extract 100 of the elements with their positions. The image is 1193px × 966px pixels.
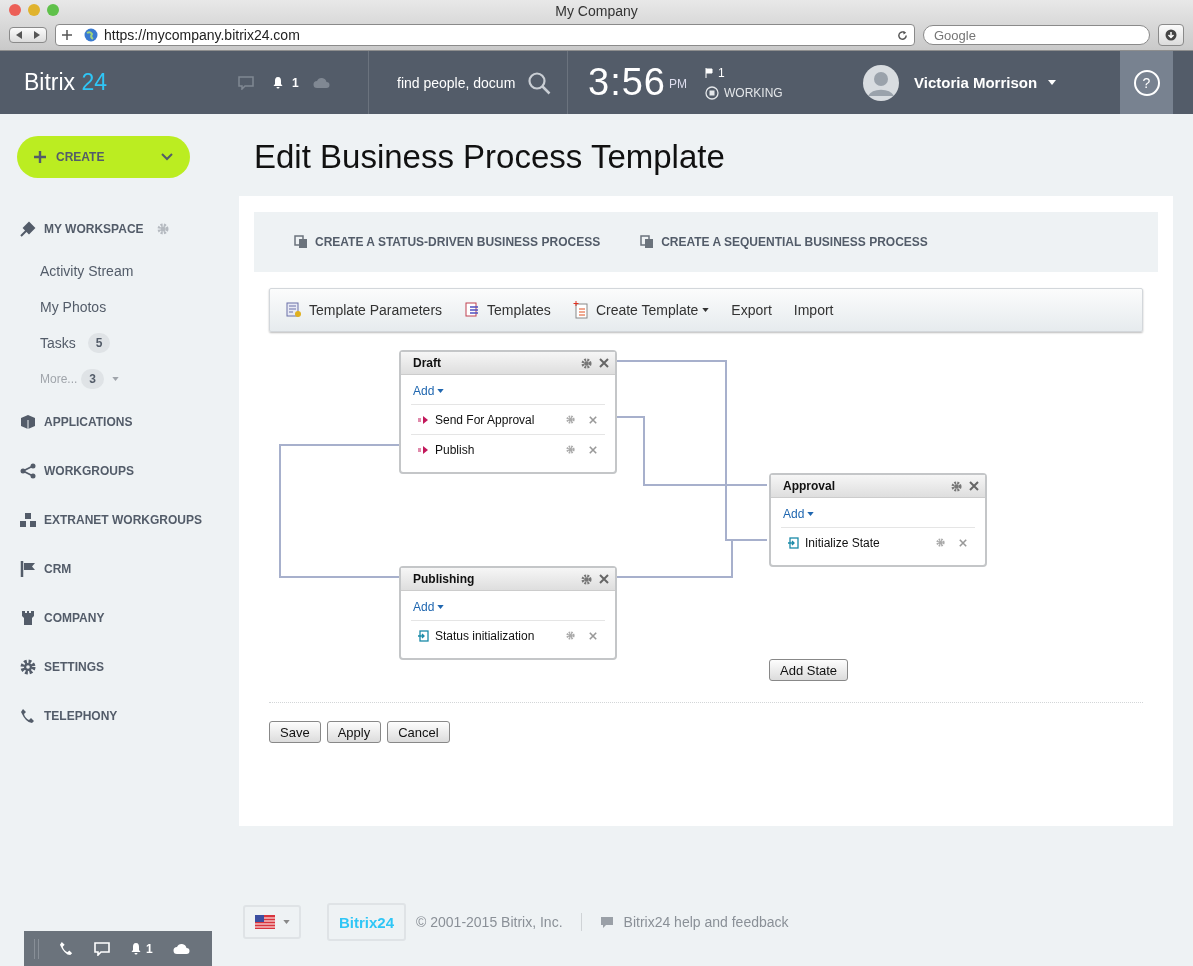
caret-icon[interactable] — [437, 389, 445, 393]
action-item[interactable]: Publish — [435, 442, 560, 457]
search-icon[interactable] — [527, 70, 551, 95]
forward-icon[interactable] — [33, 31, 41, 39]
arrow-icon — [417, 413, 429, 426]
settings-icon[interactable] — [936, 538, 945, 547]
state-title: Draft — [413, 356, 442, 370]
flag-icon — [704, 67, 713, 78]
plus-icon[interactable] — [62, 30, 72, 40]
count-badge: 5 — [87, 333, 111, 353]
state-title: Publishing — [413, 572, 476, 586]
settings-icon[interactable] — [581, 573, 592, 585]
close-icon[interactable] — [589, 415, 597, 424]
download-icon[interactable] — [1165, 29, 1177, 41]
close-icon[interactable] — [969, 481, 979, 491]
flag-icon — [20, 560, 36, 577]
add-link[interactable]: Add — [413, 600, 435, 614]
avatar-icon[interactable] — [863, 64, 899, 101]
sidebar-item[interactable]: SETTINGS — [44, 659, 104, 674]
state-node[interactable]: Publishing Add Status initialization — [399, 566, 617, 660]
back-icon[interactable] — [15, 31, 23, 39]
sidebar-item[interactable]: WORKGROUPS — [44, 463, 134, 478]
count-badge: 3 — [81, 369, 105, 389]
notification-count: 1 — [146, 941, 153, 956]
add-link[interactable]: Add — [413, 384, 435, 398]
flag-count: 1 — [717, 65, 725, 80]
add-state-button[interactable]: Add State — [769, 659, 849, 681]
bell-icon[interactable] — [130, 942, 142, 955]
logo[interactable]: Bitrix 24 — [0, 69, 230, 96]
create-process-link[interactable]: CREATE A SEQUENTIAL BUSINESS PROCESS — [640, 235, 928, 249]
workspace-heading[interactable]: MY WORKSPACE — [44, 221, 144, 236]
cloud-icon[interactable] — [172, 942, 191, 955]
new-document-icon — [572, 301, 589, 319]
bell-icon[interactable] — [272, 76, 284, 89]
page-title: Edit Business Process Template — [254, 137, 726, 177]
caret-icon[interactable] — [1048, 80, 1057, 85]
clock-time[interactable]: 3:56 — [588, 61, 666, 104]
caret-icon[interactable] — [807, 512, 815, 516]
settings-icon[interactable] — [566, 631, 575, 640]
phone-icon[interactable] — [59, 941, 74, 956]
toolbar-button[interactable]: Template Parameters — [286, 302, 443, 318]
caret-icon[interactable] — [437, 605, 445, 609]
add-link[interactable]: Add — [783, 507, 805, 521]
close-icon[interactable] — [589, 445, 597, 454]
state-node[interactable]: Approval Add Initialize State — [769, 473, 987, 567]
phone-icon — [20, 707, 36, 724]
toolbar-button[interactable]: Export — [731, 302, 772, 318]
document-gear-icon — [286, 302, 302, 318]
document-icon — [464, 302, 481, 318]
state-title: Approval — [783, 479, 836, 493]
settings-icon[interactable] — [566, 415, 575, 424]
copy-icon — [294, 235, 308, 249]
sidebar-item[interactable]: EXTRANET WORKGROUPS — [44, 512, 202, 527]
caret-icon — [282, 920, 290, 924]
notification-count: 1 — [292, 75, 299, 90]
enter-icon — [417, 629, 429, 642]
reload-icon[interactable] — [897, 29, 908, 41]
action-item[interactable]: Status initialization — [435, 628, 560, 643]
action-item[interactable]: Send For Approval — [435, 412, 560, 427]
flag-icon — [254, 915, 275, 929]
action-item[interactable]: Initialize State — [805, 535, 930, 550]
sidebar-item[interactable]: TELEPHONY — [44, 708, 118, 723]
sidebar-item[interactable]: COMPANY — [44, 610, 105, 625]
sidebar-item[interactable]: Tasks — [40, 335, 76, 351]
sidebar-item[interactable]: CRM — [44, 561, 72, 576]
create-button[interactable]: CREATE — [17, 136, 190, 178]
settings-icon[interactable] — [566, 445, 575, 454]
toolbar-button[interactable]: Templates — [464, 302, 551, 318]
settings-icon[interactable] — [581, 357, 592, 369]
download-button[interactable] — [1158, 24, 1184, 46]
state-node[interactable]: Draft Add Send For Approval Publish — [399, 350, 617, 474]
sidebar-item[interactable]: My Photos — [40, 299, 107, 315]
chevron-icon — [161, 153, 173, 161]
close-icon[interactable] — [599, 574, 609, 584]
search-field[interactable]: Google — [923, 25, 1150, 45]
form-button[interactable]: Apply — [326, 721, 382, 743]
enter-icon — [787, 536, 799, 549]
close-button[interactable] — [9, 4, 21, 16]
address-bar[interactable]: https://mycompany.bitrix24.com — [55, 24, 915, 46]
work-status[interactable]: WORKING — [723, 85, 783, 100]
copy-icon — [640, 235, 655, 249]
toolbar-button[interactable]: Import — [793, 302, 834, 318]
language-button[interactable] — [243, 905, 301, 939]
user-name[interactable]: Victoria Morrison — [914, 74, 1038, 91]
toolbar-button[interactable]: Create Template — [572, 301, 710, 319]
close-icon[interactable] — [589, 631, 597, 640]
stop-icon — [704, 85, 719, 100]
form-button[interactable]: Cancel — [387, 721, 450, 743]
close-icon[interactable] — [599, 358, 609, 368]
create-process-link[interactable]: CREATE A STATUS-DRIVEN BUSINESS PROCESS — [294, 235, 601, 249]
sidebar-item[interactable]: Activity Stream — [40, 263, 134, 279]
settings-icon[interactable] — [951, 480, 962, 492]
help-button[interactable]: ? — [1133, 69, 1160, 96]
search-field[interactable]: find people, docum — [395, 73, 519, 92]
close-icon[interactable] — [959, 538, 967, 547]
arrow-icon — [417, 443, 429, 456]
form-button[interactable]: Save — [269, 721, 321, 743]
blocks-icon — [20, 511, 36, 528]
sidebar-item[interactable]: APPLICATIONS — [44, 414, 133, 429]
globe-icon — [84, 28, 98, 42]
